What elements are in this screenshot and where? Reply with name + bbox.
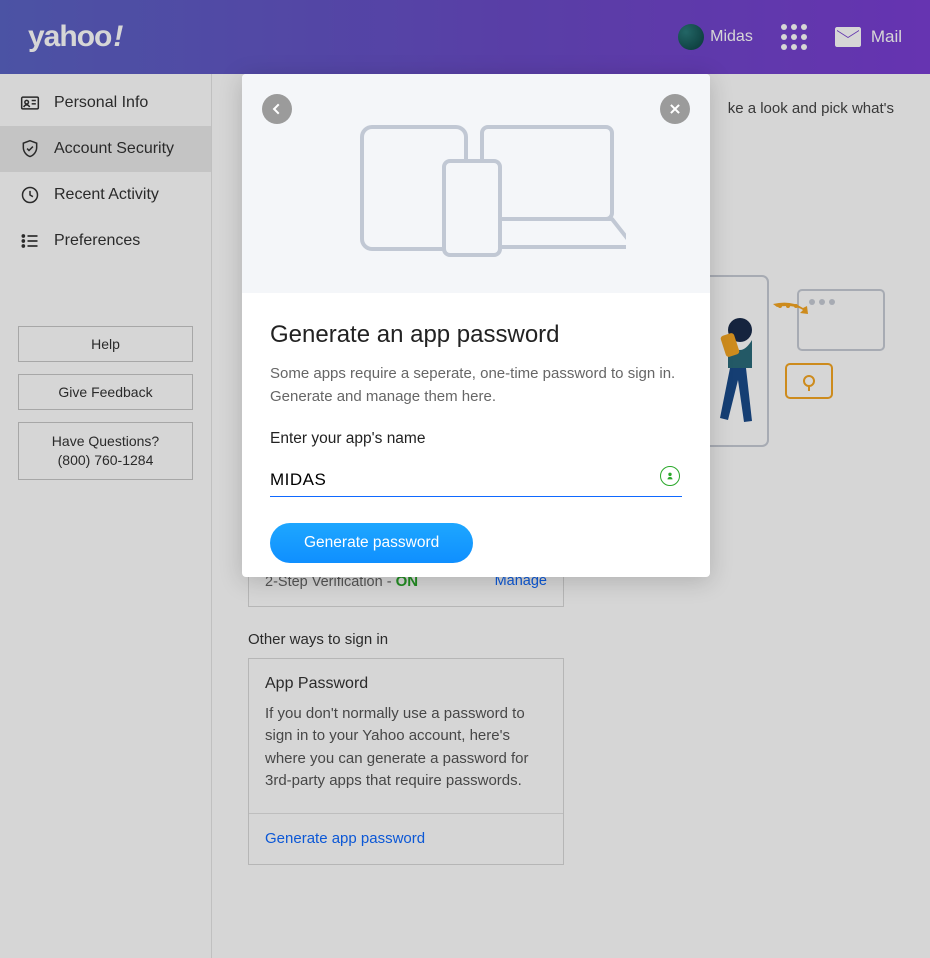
password-manager-icon[interactable] [660, 466, 680, 486]
close-icon [668, 102, 682, 116]
modal-hero [242, 74, 710, 293]
devices-icon [326, 109, 626, 259]
modal-back-button[interactable] [262, 94, 292, 124]
app-password-modal: Generate an app password Some apps requi… [242, 74, 710, 577]
chevron-left-icon [270, 102, 284, 116]
modal-close-button[interactable] [660, 94, 690, 124]
app-name-label: Enter your app's name [270, 430, 682, 448]
app-name-input[interactable] [270, 466, 682, 497]
generate-password-button[interactable]: Generate password [270, 523, 473, 563]
modal-description: Some apps require a seperate, one-time p… [270, 363, 682, 408]
modal-title: Generate an app password [270, 321, 682, 349]
